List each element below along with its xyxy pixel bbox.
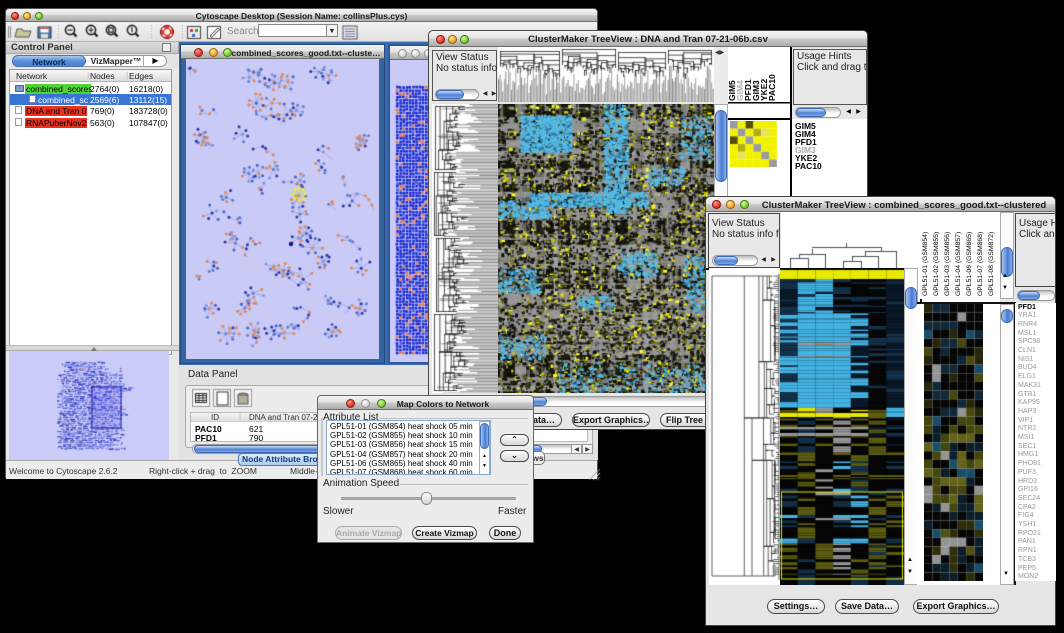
svg-text:GPL51-06 (GSM865): GPL51-06 (GSM865)	[966, 232, 973, 296]
svg-text:GPL51-03 (GSM856): GPL51-03 (GSM856)	[944, 232, 951, 296]
svg-text:PAC10: PAC10	[767, 74, 777, 101]
svg-text:GPL51-01 (GSM854): GPL51-01 (GSM854)	[922, 232, 929, 296]
svg-text:GPL51-02 (GSM855): GPL51-02 (GSM855)	[933, 232, 940, 296]
svg-text:GPL51-08 (GSM872): GPL51-08 (GSM872)	[988, 232, 995, 296]
svg-text:GPL51-04 (GSM857): GPL51-04 (GSM857)	[955, 232, 962, 296]
svg-text:GPL51-07 (GSM868): GPL51-07 (GSM868)	[977, 232, 984, 296]
